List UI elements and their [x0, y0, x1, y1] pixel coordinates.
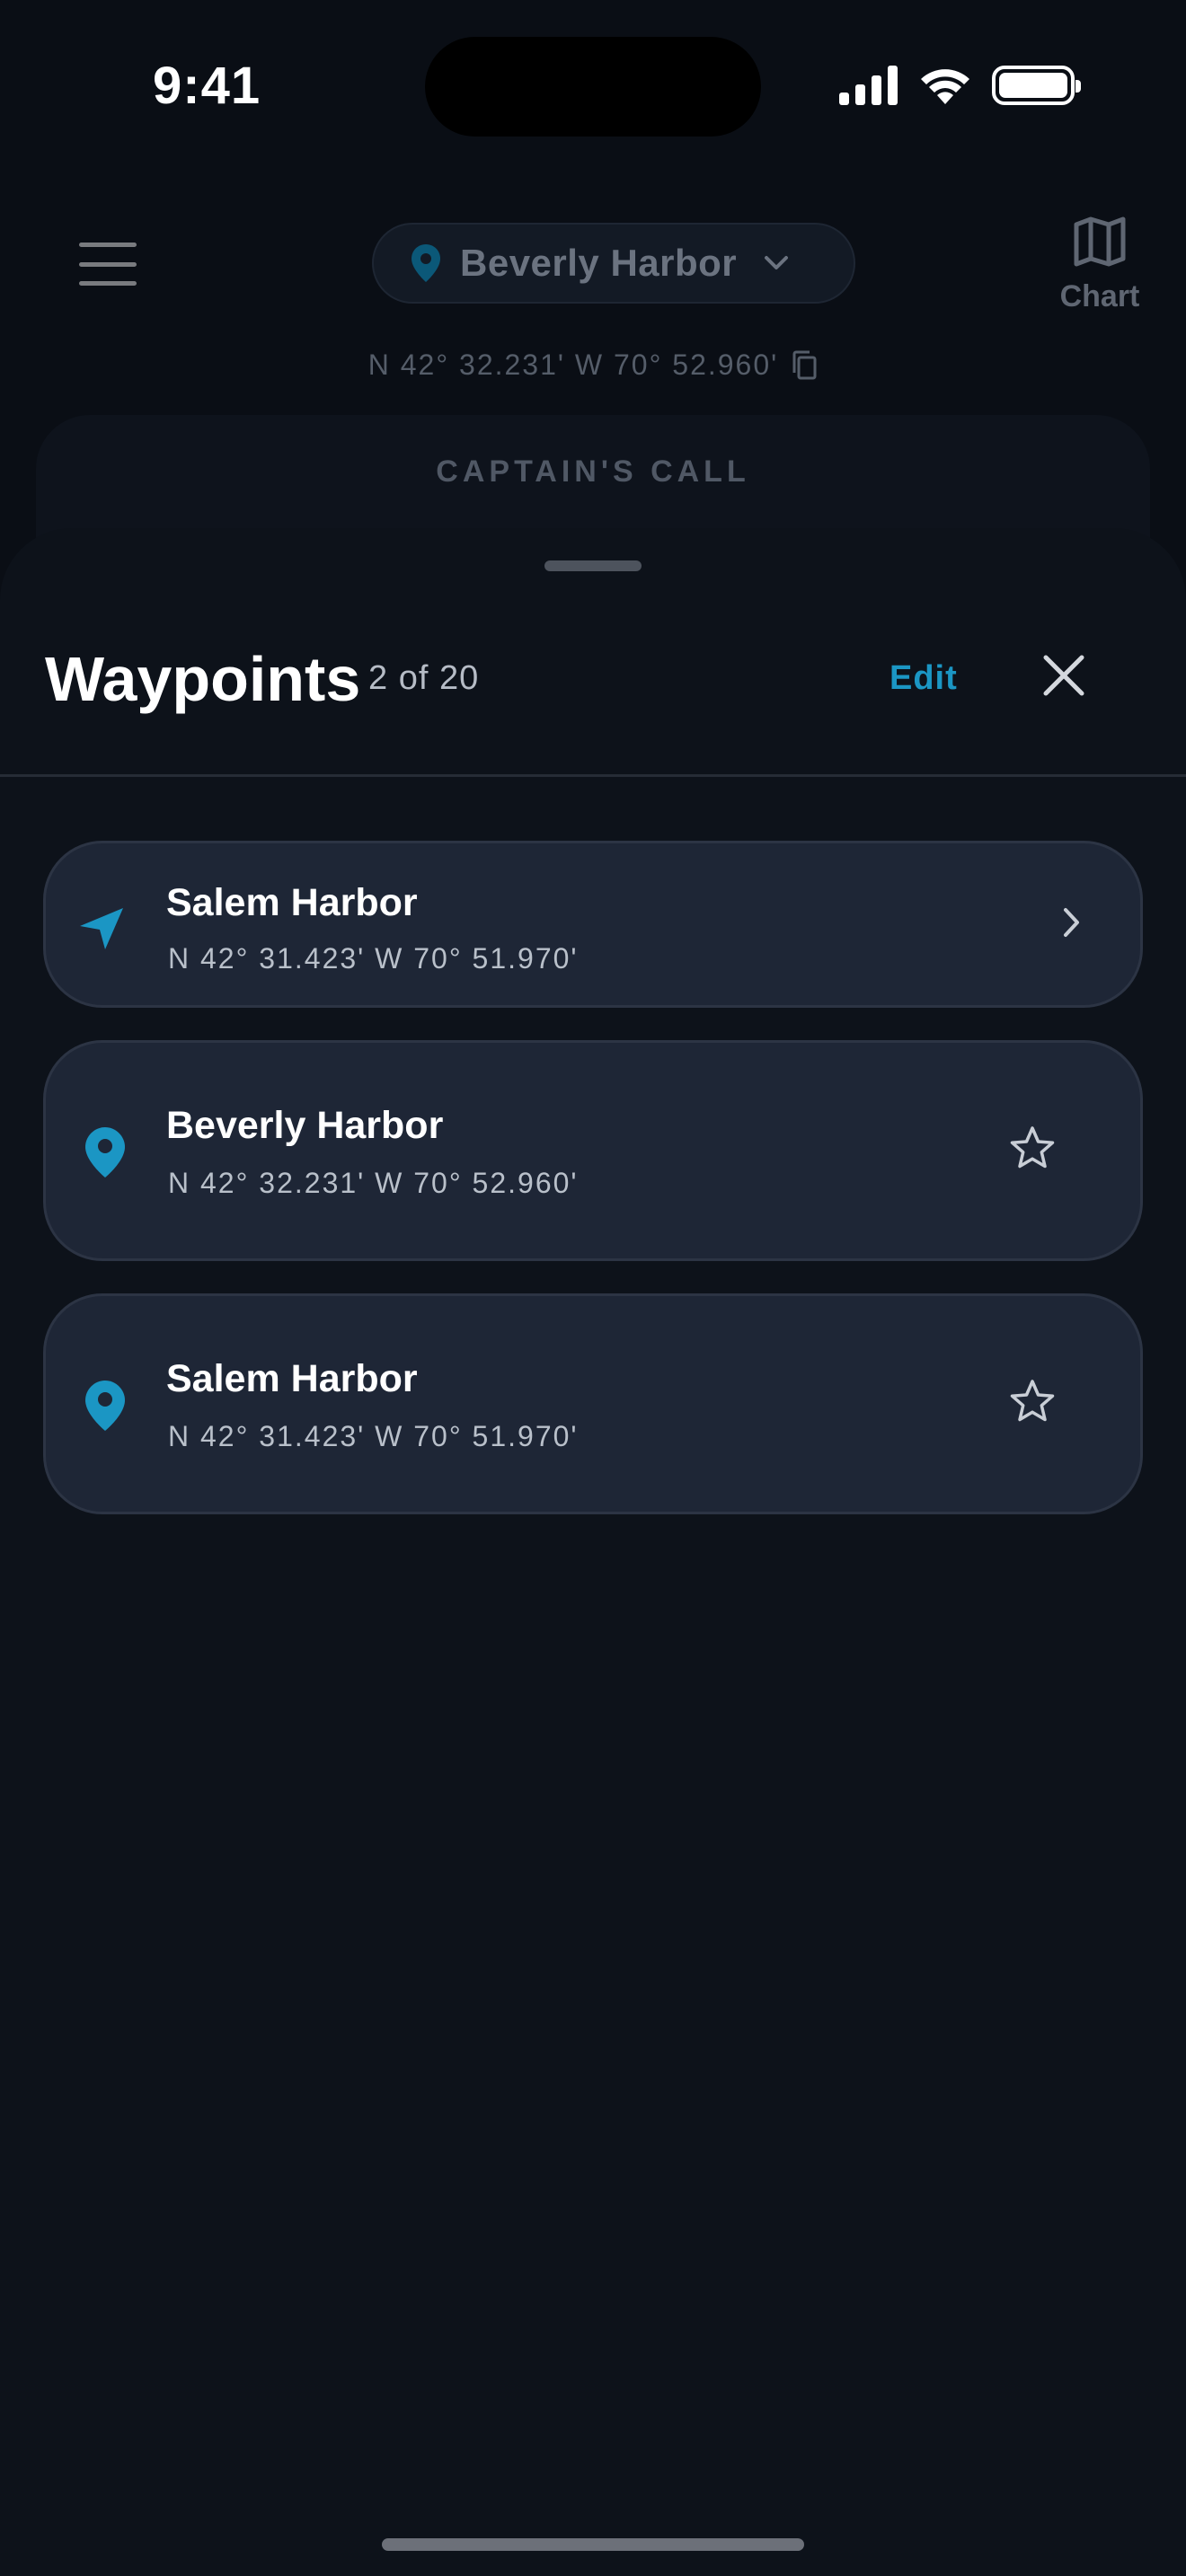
sheet-grabber[interactable] [544, 560, 642, 571]
waypoints-sheet: Waypoints 2 of 20 Edit Salem Harbor N 42… [0, 528, 1186, 2576]
battery-icon [992, 66, 1081, 105]
copy-icon[interactable] [791, 350, 818, 381]
chevron-right-icon[interactable] [1061, 906, 1083, 939]
edit-button[interactable]: Edit [890, 659, 958, 698]
wifi-icon [921, 69, 969, 104]
star-outline-icon[interactable] [1009, 1125, 1056, 1170]
waypoint-coords: N 42° 32.231' W 70° 52.960' [168, 1167, 579, 1199]
map-icon [1074, 216, 1126, 267]
chevron-down-icon [765, 256, 789, 269]
list-item[interactable]: Beverly Harbor N 42° 32.231' W 70° 52.96… [43, 1040, 1143, 1261]
chart-button[interactable]: Chart [1042, 216, 1157, 323]
current-coordinates-text: N 42° 32.231' W 70° 52.960' [367, 348, 779, 381]
list-item[interactable]: Salem Harbor N 42° 31.423' W 70° 51.970' [43, 1293, 1143, 1514]
menu-icon[interactable] [79, 243, 137, 286]
waypoint-list: Salem Harbor N 42° 31.423' W 70° 51.970'… [43, 841, 1143, 1547]
waypoint-coords: N 42° 31.423' W 70° 51.970' [168, 942, 579, 975]
status-icons [839, 63, 1081, 108]
cellular-signal-icon [839, 66, 898, 105]
dynamic-island [425, 37, 761, 137]
waypoint-coords: N 42° 31.423' W 70° 51.970' [168, 1420, 579, 1452]
list-item[interactable]: Salem Harbor N 42° 31.423' W 70° 51.970' [43, 841, 1143, 1008]
waypoint-name: Salem Harbor [166, 881, 418, 924]
waypoint-count: 2 of 20 [368, 659, 480, 697]
location-selector[interactable]: Beverly Harbor [372, 223, 855, 304]
location-name: Beverly Harbor [460, 242, 738, 284]
header-divider [0, 774, 1186, 777]
home-indicator [382, 2538, 804, 2551]
waypoint-name: Beverly Harbor [166, 1104, 444, 1147]
map-pin-icon [85, 1127, 125, 1178]
star-outline-icon[interactable] [1009, 1379, 1056, 1424]
status-time: 9:41 [153, 57, 261, 115]
waypoint-name: Salem Harbor [166, 1357, 418, 1400]
captains-call-label: CAPTAIN'S CALL [436, 454, 750, 489]
current-coordinates: N 42° 32.231' W 70° 52.960' [0, 348, 1186, 382]
close-icon[interactable] [1042, 654, 1085, 697]
map-pin-icon [412, 244, 440, 282]
navigation-arrow-icon [80, 908, 123, 949]
chart-label: Chart [1059, 279, 1140, 313]
sheet-title: Waypoints [45, 644, 361, 714]
map-pin-icon [85, 1381, 125, 1431]
